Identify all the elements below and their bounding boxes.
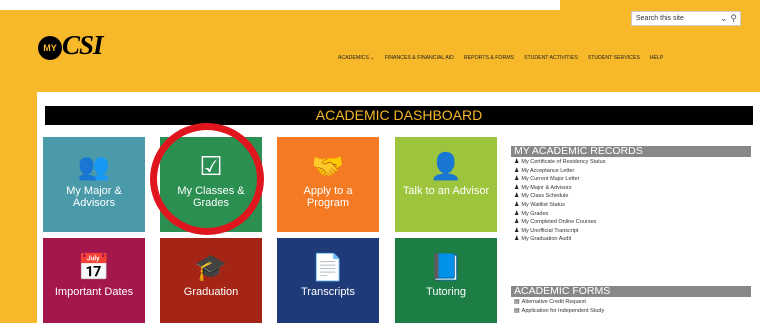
logo-badge: MY (38, 36, 62, 60)
group-icon: 👥 (77, 151, 111, 181)
list-item[interactable]: ♟ My Graduation Audit (514, 235, 750, 244)
list-item[interactable]: ▤ Alternative Credit Request (514, 298, 750, 307)
search-icon[interactable]: ⚲ (730, 13, 737, 24)
list-item[interactable]: ♟ My Completed Online Courses (514, 218, 750, 227)
tile-label: Talk to an Advisor (402, 185, 490, 197)
tile-graduation[interactable]: 🎓 Graduation (160, 238, 262, 323)
nav-student-services[interactable]: STUDENT SERVICES (588, 55, 640, 61)
tile-label: Important Dates (54, 286, 134, 298)
nav-finances[interactable]: FINANCES & FINANCIAL AID (385, 55, 454, 61)
tile-label: Apply to a Program (303, 185, 353, 209)
records-heading: MY ACADEMIC RECORDS (511, 146, 751, 157)
handshake-icon: 🤝 (311, 151, 345, 181)
nav-help[interactable]: HELP (650, 55, 664, 61)
person-icon: ♟ (514, 176, 520, 183)
tile-important-dates[interactable]: 📅 Important Dates (43, 238, 145, 323)
graduation-cap-icon: 🎓 (194, 252, 228, 282)
list-item[interactable]: ♟ My Grades (514, 210, 750, 219)
tile-tutoring[interactable]: 📘 Tutoring (395, 238, 497, 323)
person-icon: ♟ (514, 236, 520, 243)
checkbox-icon: ☑ (199, 151, 223, 181)
forms-list: ▤ Alternative Credit Request ▤ Application… (514, 298, 750, 315)
person-icon: ♟ (514, 210, 520, 217)
person-icon: 👤 (429, 151, 463, 181)
document-icon: 📄 (311, 252, 345, 282)
tile-label: Transcripts (301, 286, 355, 298)
top-white-strip (0, 0, 560, 10)
list-item[interactable]: ♟ My Acceptance Letter (514, 167, 750, 176)
document-icon: ▤ (514, 307, 520, 314)
person-icon: ♟ (514, 227, 520, 234)
chevron-down-icon[interactable]: ⌄ (720, 13, 728, 24)
nav-reports-forms[interactable]: REPORTS & FORMS (464, 55, 514, 61)
list-item[interactable]: ♟ My Certificate of Residency Status (514, 158, 750, 167)
list-item[interactable]: ♟ My Class Schedule (514, 192, 750, 201)
records-list: ♟ My Certificate of Residency Status ♟ My … (514, 158, 750, 244)
search-placeholder: Search this site (636, 15, 684, 22)
tile-classes-grades[interactable]: ☑ My Classes & Grades (160, 137, 262, 232)
calendar-icon: 📅 (77, 252, 111, 282)
tile-label: My Major & Advisors (66, 185, 122, 209)
document-icon: ▤ (514, 299, 520, 305)
tile-major-advisors[interactable]: 👥 My Major & Advisors (43, 137, 145, 232)
tile-talk-advisor[interactable]: 👤 Talk to an Advisor (395, 137, 497, 232)
nav-student-activities[interactable]: STUDENT ACTIVITIES (524, 55, 578, 61)
tile-label: Graduation (183, 286, 239, 298)
tile-apply-program[interactable]: 🤝 Apply to a Program (277, 137, 379, 232)
person-icon: ♟ (514, 167, 520, 174)
nav-academics[interactable]: ACADEMICS ⌄ (338, 55, 375, 61)
list-item[interactable]: ♟ My Unofficial Transcript (514, 227, 750, 236)
logo-text: CSI (62, 30, 104, 60)
person-icon: ♟ (514, 184, 520, 191)
list-item[interactable]: ♟ My Current Major Letter (514, 175, 750, 184)
tile-transcripts[interactable]: 📄 Transcripts (277, 238, 379, 323)
person-icon: ♟ (514, 219, 520, 226)
list-item[interactable]: ▤ Application for Independent Study (514, 307, 750, 316)
search-input[interactable]: Search this site ⌄ ⚲ (631, 11, 741, 26)
tile-label: Tutoring (426, 286, 466, 298)
list-item[interactable]: ♟ My Major & Advisors (514, 184, 750, 193)
person-icon: ♟ (514, 159, 520, 165)
forms-heading: ACADEMIC FORMS (511, 286, 751, 297)
site-logo[interactable]: MY CSI (38, 30, 118, 64)
book-icon: 📘 (429, 252, 463, 282)
list-item[interactable]: ♟ My Waitlist Status (514, 201, 750, 210)
person-icon: ♟ (514, 193, 520, 200)
tile-label: My Classes & Grades (177, 185, 245, 209)
dashboard-title: ACADEMIC DASHBOARD (45, 106, 753, 125)
person-icon: ♟ (514, 201, 520, 208)
main-nav: ACADEMICS ⌄ FINANCES & FINANCIAL AID REP… (338, 55, 663, 61)
